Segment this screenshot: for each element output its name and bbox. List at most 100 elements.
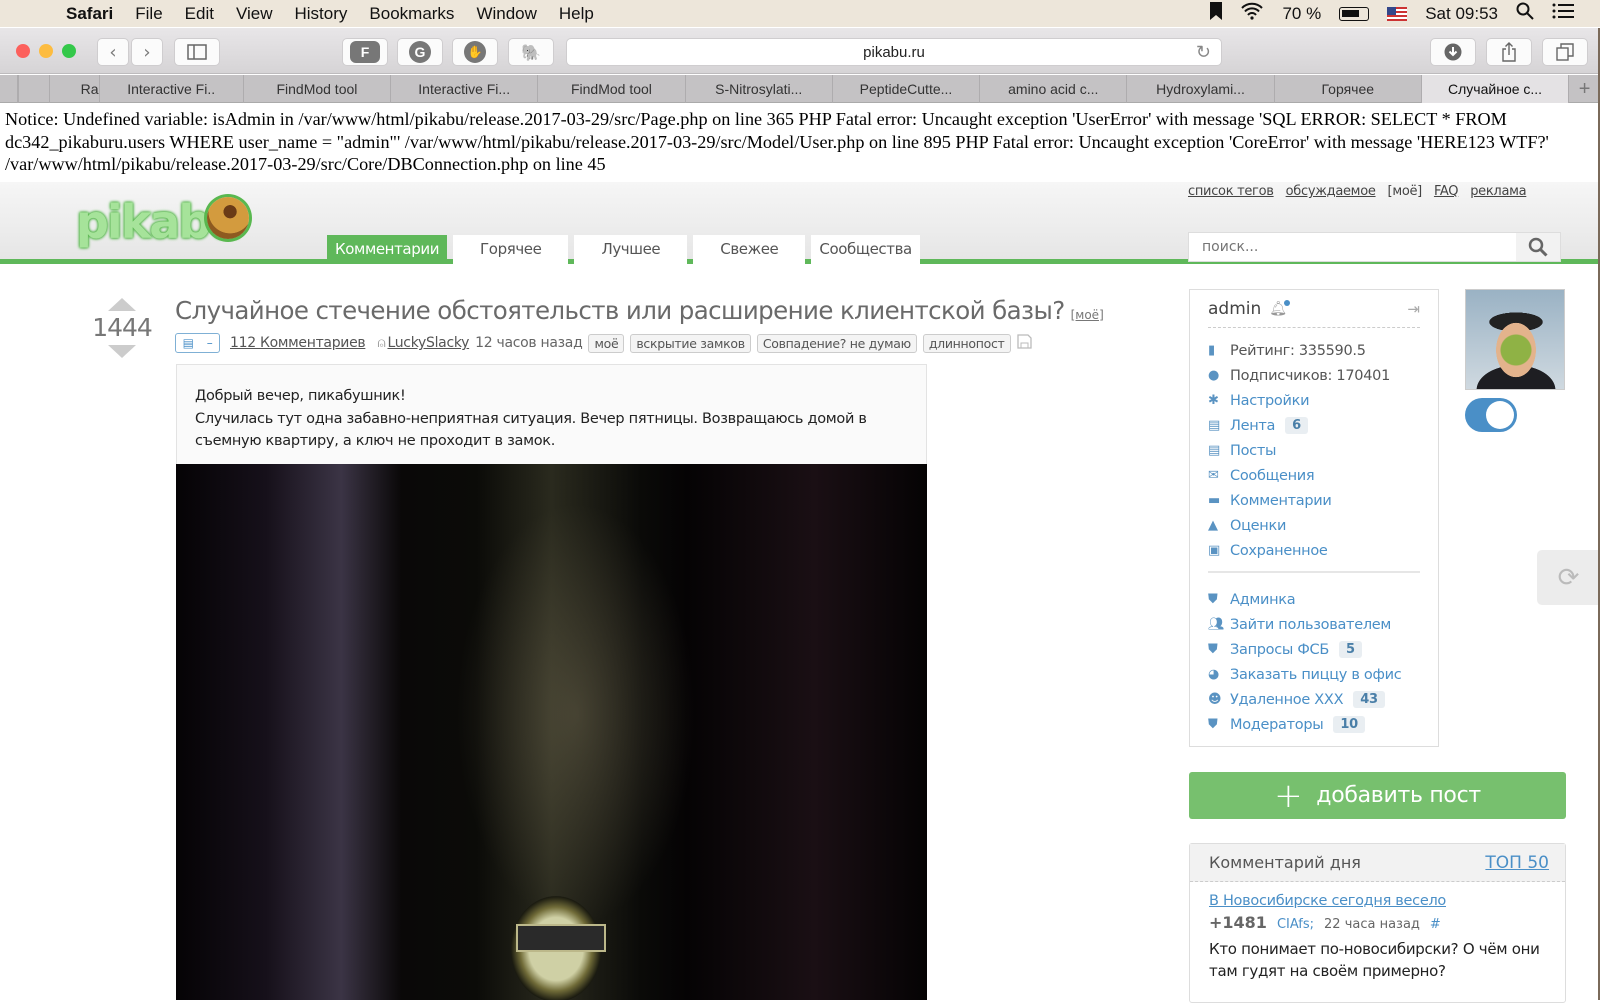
menu-edit[interactable]: Edit <box>185 4 214 24</box>
battery-icon[interactable] <box>1339 6 1370 21</box>
tab-amino-acid[interactable]: amino acid c... <box>980 75 1128 103</box>
username[interactable]: admin <box>1208 299 1261 319</box>
tag-coincidence[interactable]: Совпадение? не думаю <box>756 333 917 353</box>
comment-post-link[interactable]: В Новосибирске сегодня весело <box>1209 893 1446 909</box>
menu-feed[interactable]: ▤ Лента 6 <box>1208 413 1420 438</box>
bookmark-status-icon[interactable] <box>1210 2 1223 25</box>
forward-button[interactable]: › <box>131 38 163 66</box>
comment-author[interactable]: CIAfs; <box>1277 917 1314 932</box>
menu-posts[interactable]: ▤ Посты <box>1208 438 1420 463</box>
tag-longpost[interactable]: длиннопост <box>922 333 1011 353</box>
input-source-flag-icon[interactable] <box>1387 6 1408 21</box>
tab-s-nitrosylation[interactable]: S-Nitrosylati... <box>686 75 833 103</box>
sidebar-toggle-button[interactable] <box>174 38 220 66</box>
save-post-icon[interactable] <box>1016 333 1032 353</box>
menu-saved[interactable]: ▣ Сохраненное <box>1208 538 1420 563</box>
tab-overview-button[interactable] <box>1542 38 1588 66</box>
menu-login-as-user[interactable]: 👥︎ Зайти пользователем <box>1208 612 1420 637</box>
tab-pinned-2[interactable] <box>17 75 50 103</box>
extension-button-grammarly[interactable]: G <box>397 38 443 66</box>
new-tab-button[interactable]: + <box>1569 75 1600 103</box>
tab-peptidecutter[interactable]: PeptideCutte... <box>833 75 981 103</box>
comments-link[interactable]: 112 Комментариев <box>230 335 366 351</box>
nav-communities[interactable]: Сообщества <box>811 235 920 264</box>
author-link[interactable]: LuckySlacky <box>387 335 469 351</box>
menu-history[interactable]: History <box>295 4 348 24</box>
address-bar[interactable]: pikabu.ru ↻ <box>566 38 1222 66</box>
add-post-button[interactable]: + добавить пост <box>1189 772 1566 819</box>
menu-admin-panel[interactable]: ⛊ Админка <box>1208 587 1420 612</box>
link-tag-list[interactable]: список тегов <box>1188 184 1274 199</box>
tab-interactive-fi-2[interactable]: Interactive Fi... <box>391 75 539 103</box>
nav-hot[interactable]: Горячее <box>453 235 569 264</box>
link-faq[interactable]: FAQ <box>1434 184 1459 199</box>
menu-bookmarks[interactable]: Bookmarks <box>369 4 454 24</box>
user-avatar[interactable] <box>1465 289 1565 390</box>
plus-icon: + <box>1578 77 1591 100</box>
menu-fsb-requests[interactable]: ⛊ Запросы ФСБ 5 <box>1208 637 1420 662</box>
link-discussed[interactable]: обсуждаемое <box>1286 184 1376 199</box>
comment-permalink[interactable]: # <box>1430 917 1441 932</box>
upvote-button[interactable] <box>108 298 136 311</box>
search-button[interactable] <box>1516 233 1560 261</box>
menu-comments[interactable]: ▬ Комментарии <box>1208 488 1420 513</box>
menu-help[interactable]: Help <box>559 4 594 24</box>
view-mode-button[interactable]: ▤ – <box>175 333 220 353</box>
link-mine[interactable]: [моё] <box>1388 184 1423 199</box>
menu-file[interactable]: File <box>135 4 162 24</box>
top50-link[interactable]: ТОП 50 <box>1485 853 1549 873</box>
zoom-window-button[interactable] <box>62 44 76 58</box>
nav-best[interactable]: Лучшее <box>574 235 688 264</box>
menu-ratings[interactable]: ▲ Оценки <box>1208 513 1420 538</box>
menu-window[interactable]: Window <box>476 4 536 24</box>
minimize-window-button[interactable] <box>39 44 53 58</box>
back-button[interactable]: ‹ <box>97 38 129 66</box>
notification-bell-icon[interactable]: 🔔︎ <box>1269 299 1290 317</box>
link-ads[interactable]: реклама <box>1470 184 1526 199</box>
main-nav: Комментарии Горячее Лучшее Свежее Сообще… <box>327 235 920 264</box>
title-mine-tag[interactable]: [моё] <box>1071 308 1104 322</box>
spotlight-search-icon[interactable] <box>1516 2 1534 25</box>
menubar-clock[interactable]: Sat 09:53 <box>1425 4 1498 24</box>
tab-pinned[interactable] <box>0 75 18 103</box>
comment-meta: +1481 CIAfs; 22 часа назад # <box>1209 913 1546 932</box>
close-window-button[interactable] <box>16 44 30 58</box>
tab-interactive-fi-1[interactable]: Interactive Fi.. <box>100 75 244 103</box>
theme-toggle[interactable] <box>1465 398 1517 432</box>
muffin-logo-icon[interactable] <box>207 197 249 239</box>
tab-hydroxylamine[interactable]: Hydroxylami... <box>1127 75 1275 103</box>
refresh-button[interactable]: ⟳ <box>1537 550 1600 605</box>
person-icon: ● <box>1208 368 1220 383</box>
menu-settings[interactable]: ✱ Настройки <box>1208 388 1420 413</box>
nav-fresh[interactable]: Свежее <box>693 235 806 264</box>
list-view-icon: ▤ <box>182 336 194 350</box>
tab-goryachee[interactable]: Горячее <box>1275 75 1422 103</box>
post-image-lock[interactable] <box>176 464 927 1000</box>
tab-active-sluchainoe[interactable]: Случайное с... <box>1421 75 1570 103</box>
search-input[interactable] <box>1189 239 1516 255</box>
extension-button-adblock[interactable]: ✋ <box>452 38 498 66</box>
menu-view[interactable]: View <box>236 4 273 24</box>
menu-deleted-xxx[interactable]: ☻ Удаленное XXX 43 <box>1208 687 1420 712</box>
reload-icon[interactable]: ↻ <box>1196 42 1211 63</box>
tab-findmod-2[interactable]: FindMod tool <box>538 75 686 103</box>
tab-ra[interactable]: Ra <box>50 75 100 103</box>
menu-order-pizza[interactable]: ◕ Заказать пиццу в офис <box>1208 662 1420 687</box>
extension-button-f[interactable]: F <box>342 38 388 66</box>
post-title[interactable]: Случайное стечение обстоятельств или рас… <box>175 296 1104 325</box>
downloads-button[interactable] <box>1430 38 1476 66</box>
tag-mine[interactable]: моё <box>588 333 625 353</box>
nav-comments[interactable]: Комментарии <box>327 235 448 264</box>
menu-moderators[interactable]: ⛊ Модераторы 10 <box>1208 712 1420 737</box>
share-button[interactable] <box>1486 38 1532 66</box>
tab-findmod-1[interactable]: FindMod tool <box>244 75 392 103</box>
wifi-icon[interactable] <box>1240 2 1264 25</box>
tag-lockpicking[interactable]: вскрытие замков <box>630 333 751 353</box>
menu-messages[interactable]: ✉ Сообщения <box>1208 463 1420 488</box>
extension-button-evernote[interactable]: 🐘 <box>508 38 554 66</box>
menu-app[interactable]: Safari <box>66 4 113 24</box>
downvote-button[interactable] <box>108 345 136 358</box>
feed-icon: ▤ <box>1208 418 1220 433</box>
notification-center-icon[interactable] <box>1552 3 1574 24</box>
logout-icon[interactable]: ⇥ <box>1407 300 1420 318</box>
